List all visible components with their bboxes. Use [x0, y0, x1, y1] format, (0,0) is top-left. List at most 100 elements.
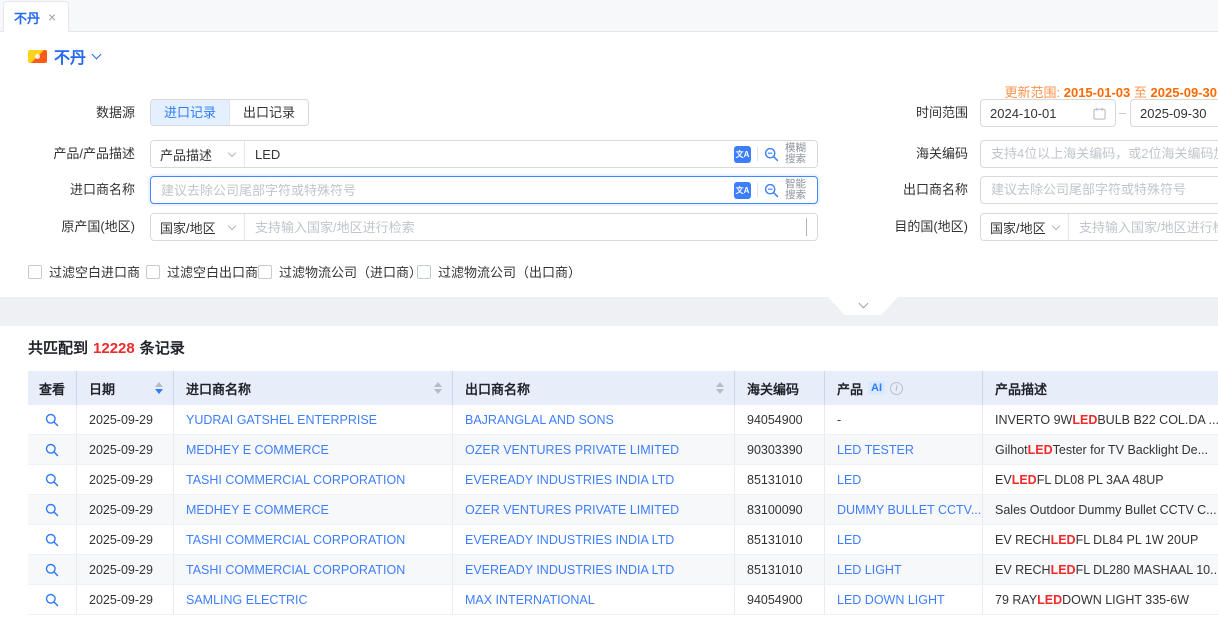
exporter-name-input[interactable]: 建议去除公司尾部字符或特殊符号: [980, 176, 1218, 204]
page-title: 不丹: [54, 44, 86, 68]
importer-link[interactable]: TASHI COMMERCIAL CORPORATION: [174, 555, 453, 584]
view-cell[interactable]: [28, 435, 77, 464]
column-header-exporter[interactable]: 出口商名称: [453, 371, 735, 405]
importer-link[interactable]: MEDHEY E COMMERCE: [174, 435, 453, 464]
product-search-input[interactable]: [245, 141, 726, 167]
product-label: 产品/产品描述: [0, 140, 135, 168]
view-cell[interactable]: [28, 495, 77, 524]
chevron-down-icon: [228, 221, 236, 229]
exporter-link[interactable]: OZER VENTURES PRIVATE LIMITED: [453, 495, 735, 524]
view-cell[interactable]: [28, 585, 77, 614]
product-cell[interactable]: DUMMY BULLET CCTV...: [825, 495, 983, 524]
smart-search-label[interactable]: 智能搜索: [785, 179, 809, 201]
view-cell[interactable]: [28, 555, 77, 584]
product-cell[interactable]: LED: [825, 525, 983, 554]
smart-search-icon[interactable]: [764, 183, 779, 198]
origin-country-control: 国家/地区: [150, 213, 818, 241]
export-records-option[interactable]: 出口记录: [229, 100, 308, 125]
update-range-start: 2015-01-03: [1064, 85, 1131, 100]
view-cell[interactable]: [28, 465, 77, 494]
view-cell[interactable]: [28, 525, 77, 554]
column-header-hs-code: 海关编码: [735, 371, 825, 405]
chevron-down-icon: [806, 218, 807, 236]
exporter-link[interactable]: BAJRANGLAL AND SONS: [453, 405, 735, 434]
date-start-input[interactable]: 2024-10-01: [980, 99, 1116, 127]
import-records-option[interactable]: 进口记录: [151, 100, 229, 125]
checkbox-icon[interactable]: [258, 265, 272, 279]
translate-icon[interactable]: 文A: [734, 146, 751, 163]
chevron-down-icon[interactable]: [92, 49, 102, 59]
destination-input[interactable]: [1069, 214, 1218, 240]
description-cell: EV RECH LED FL DL280 MASHAAL 10...: [983, 555, 1218, 584]
view-record-icon[interactable]: [45, 443, 59, 457]
calendar-icon: [1093, 107, 1106, 120]
close-icon[interactable]: ×: [48, 10, 56, 24]
product-cell[interactable]: LED LIGHT: [825, 555, 983, 584]
sort-icon-exporter[interactable]: [716, 382, 724, 394]
origin-country-select[interactable]: 国家/地区: [151, 214, 245, 240]
results-panel: 共匹配到12228条记录 查看 日期 进口商名称 出口商名称 海关编码: [0, 326, 1218, 618]
product-cell[interactable]: LED: [825, 465, 983, 494]
table-row: 2025-09-29TASHI COMMERCIAL CORPORATIONEV…: [28, 465, 1218, 495]
checkbox-filter-blank-exporter[interactable]: 过滤空白出口商: [146, 262, 258, 281]
destination-select[interactable]: 国家/地区: [981, 214, 1069, 240]
hs-code-input[interactable]: 支持4位以上海关编码，或2位海关编码加上: [980, 140, 1218, 168]
fuzzy-search-icon[interactable]: [764, 147, 779, 162]
tab-bhutan[interactable]: 不丹 ×: [3, 1, 69, 32]
checkbox-icon[interactable]: [28, 265, 42, 279]
column-header-date[interactable]: 日期: [77, 371, 174, 405]
page-title-row[interactable]: 不丹: [28, 46, 100, 66]
view-record-icon[interactable]: [45, 413, 59, 427]
origin-country-input[interactable]: [245, 214, 806, 240]
checkbox-icon[interactable]: [417, 265, 431, 279]
view-cell[interactable]: [28, 405, 77, 434]
importer-link[interactable]: TASHI COMMERCIAL CORPORATION: [174, 525, 453, 554]
chevron-down-icon: [228, 148, 236, 156]
column-header-product: 产品 AI i: [825, 371, 983, 405]
view-record-icon[interactable]: [45, 533, 59, 547]
hs-code-cell: 94054900: [735, 405, 825, 434]
collapse-form-button[interactable]: [828, 297, 898, 315]
view-record-icon[interactable]: [45, 473, 59, 487]
exporter-link[interactable]: OZER VENTURES PRIVATE LIMITED: [453, 435, 735, 464]
description-cell: EV RECH LED FL DL84 PL 1W 20UP: [983, 525, 1218, 554]
description-cell: Gilhot LED Tester for TV Backlight De...: [983, 435, 1218, 464]
result-count: 共匹配到12228条记录: [28, 337, 185, 358]
importer-name-input[interactable]: [151, 177, 726, 203]
importer-link[interactable]: TASHI COMMERCIAL CORPORATION: [174, 465, 453, 494]
sort-icon-date[interactable]: [155, 382, 163, 394]
view-record-icon[interactable]: [45, 503, 59, 517]
destination-label: 目的国(地区): [850, 213, 968, 241]
app-window: 不丹 × 不丹 数据源 进口记录 出口记录 产品/产品描述 产品描述 文A: [0, 0, 1218, 618]
exporter-link[interactable]: EVEREADY INDUSTRIES INDIA LTD: [453, 555, 735, 584]
importer-link[interactable]: MEDHEY E COMMERCE: [174, 495, 453, 524]
description-cell: 79 RAY LED DOWN LIGHT 335-6W: [983, 585, 1218, 614]
checkbox-icon[interactable]: [146, 265, 160, 279]
table-row: 2025-09-29YUDRAI GATSHEL ENTERPRISEBAJRA…: [28, 405, 1218, 435]
checkbox-filter-blank-importer[interactable]: 过滤空白进口商: [28, 262, 140, 281]
checkbox-filter-logistics-exporter[interactable]: 过滤物流公司（出口商）: [417, 262, 581, 281]
importer-link[interactable]: SAMLING ELECTRIC: [174, 585, 453, 614]
checkbox-filter-logistics-importer[interactable]: 过滤物流公司（进口商）: [258, 262, 422, 281]
fuzzy-search-label[interactable]: 模糊搜索: [785, 143, 809, 165]
tab-title: 不丹: [14, 8, 40, 27]
date-cell: 2025-09-29: [77, 585, 174, 614]
translate-icon[interactable]: 文A: [734, 182, 751, 199]
view-record-icon[interactable]: [45, 563, 59, 577]
date-end-input[interactable]: 2025-09-30: [1130, 99, 1218, 127]
hs-code-cell: 85131010: [735, 555, 825, 584]
chevron-down-icon: [858, 299, 868, 309]
hs-code-cell: 85131010: [735, 525, 825, 554]
exporter-link[interactable]: EVEREADY INDUSTRIES INDIA LTD: [453, 465, 735, 494]
product-cell[interactable]: LED TESTER: [825, 435, 983, 464]
view-record-icon[interactable]: [45, 593, 59, 607]
importer-link[interactable]: YUDRAI GATSHEL ENTERPRISE: [174, 405, 453, 434]
product-cell[interactable]: LED DOWN LIGHT: [825, 585, 983, 614]
table-body: 2025-09-29 YUDRAI GATSHEL ENTERPRISEBAJRA…: [28, 405, 1218, 615]
exporter-link[interactable]: EVEREADY INDUSTRIES INDIA LTD: [453, 525, 735, 554]
column-header-importer[interactable]: 进口商名称: [174, 371, 453, 405]
product-type-select[interactable]: 产品描述: [151, 141, 245, 167]
sort-icon-importer[interactable]: [434, 382, 442, 394]
exporter-link[interactable]: MAX INTERNATIONAL: [453, 585, 735, 614]
info-icon[interactable]: i: [890, 382, 903, 395]
